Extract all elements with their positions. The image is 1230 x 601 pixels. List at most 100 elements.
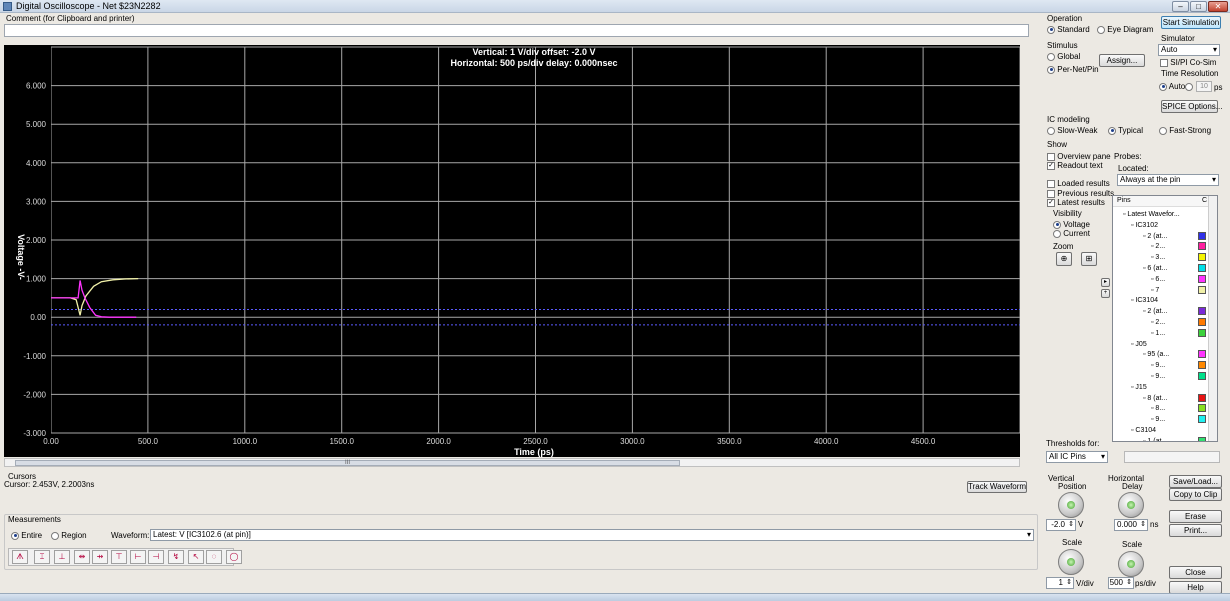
horizontal-delay-knob[interactable] (1118, 492, 1144, 518)
color-swatch[interactable] (1198, 436, 1206, 441)
color-swatch[interactable] (1198, 274, 1206, 283)
color-swatch[interactable] (1198, 415, 1206, 424)
located-select[interactable]: Always at the pin (1117, 174, 1219, 186)
ic-fast-radio[interactable]: Fast-Strong (1159, 126, 1211, 135)
oscilloscope-display[interactable]: 6.000 5.000 4.000 3.000 2.000 1.000 0.00 -1.000… (4, 45, 1020, 457)
overview-pane-checkbox[interactable]: Overview pane (1047, 152, 1111, 161)
track-waveform-button[interactable]: Track Waveform (967, 481, 1027, 493)
tree-row[interactable]: ▫ 1... (1151, 328, 1165, 339)
time-res-value-input[interactable]: 10 (1196, 81, 1212, 92)
spice-options-button[interactable]: SPICE Options... (1161, 100, 1222, 113)
previous-results-checkbox[interactable]: Previous results (1047, 189, 1114, 198)
tree-row[interactable]: ▫ 2... (1151, 241, 1165, 252)
tree-row[interactable]: ▫ 2 (at... (1143, 306, 1167, 317)
expand-plus-icon[interactable]: + (1101, 289, 1110, 298)
horizontal-delay-input[interactable]: 0.000 (1114, 519, 1148, 531)
tree-row[interactable]: ▫ 9... (1151, 360, 1165, 371)
comment-input[interactable] (4, 24, 1029, 37)
tree-row[interactable]: ▫ 8 (at... (1143, 393, 1167, 404)
color-swatch[interactable] (1198, 372, 1206, 380)
pins-tree[interactable]: Pins C ▫ Latest Wavefor... ▫ IC3102 ▫ 2 (a… (1112, 195, 1218, 442)
readout-text-checkbox[interactable]: ✓ Readout text (1047, 161, 1103, 170)
visibility-current-radio[interactable]: Current (1053, 229, 1090, 238)
measurement-tool-icon[interactable]: ◯ (226, 550, 242, 564)
color-swatch[interactable] (1198, 253, 1206, 262)
measurement-tool-icon[interactable]: ⇹ (74, 550, 90, 564)
tree-scrollbar[interactable] (1208, 196, 1217, 441)
start-simulation-button[interactable]: Start Simulation (1161, 16, 1221, 29)
color-swatch[interactable] (1198, 264, 1206, 272)
print-button[interactable]: Print... (1169, 524, 1222, 537)
maximize-button[interactable]: □ (1190, 1, 1207, 12)
measure-region-radio[interactable]: Region (51, 531, 87, 540)
tree-row[interactable]: ▫ 3... (1151, 252, 1165, 263)
tree-row[interactable]: ▫ 6 (at... (1143, 263, 1167, 274)
scrollbar-thumb[interactable]: III (15, 460, 680, 466)
tree-row[interactable]: ▫ 7 (1151, 285, 1159, 296)
vertical-position-input[interactable]: -2.0 (1046, 519, 1076, 531)
copy-to-clip-button[interactable]: Copy to Clip (1169, 488, 1222, 501)
visibility-voltage-radio[interactable]: Voltage (1053, 220, 1090, 229)
close-window-button[interactable]: ✕ (1208, 1, 1228, 12)
threshold-target-select[interactable] (1124, 451, 1220, 463)
vertical-scale-knob[interactable] (1058, 549, 1084, 575)
operation-eye-radio[interactable]: Eye Diagram (1097, 25, 1153, 34)
color-swatch[interactable] (1198, 285, 1206, 294)
tree-row[interactable]: ▫ 2 (at... (1143, 231, 1167, 242)
color-swatch[interactable] (1198, 318, 1206, 326)
minimize-button[interactable]: – (1172, 1, 1189, 12)
save-load-button[interactable]: Save/Load... (1169, 475, 1222, 488)
horizontal-scale-input[interactable]: 500 (1108, 577, 1134, 589)
tree-row[interactable]: ▫ 95 (a... (1143, 349, 1169, 360)
erase-button[interactable]: Erase (1169, 510, 1222, 523)
simulator-select[interactable]: Auto (1158, 44, 1220, 56)
color-swatch[interactable] (1198, 307, 1206, 316)
latest-results-checkbox[interactable]: ✓ Latest results (1047, 198, 1105, 207)
assign-button[interactable]: Assign... (1099, 54, 1145, 67)
color-swatch[interactable] (1198, 404, 1206, 413)
expand-right-icon[interactable]: ▸ (1101, 278, 1110, 287)
measurement-tool-icon[interactable]: ⊢ (130, 550, 146, 564)
tree-row[interactable]: ▫ J05 (1131, 339, 1147, 350)
tree-row[interactable]: ▫ 6... (1151, 274, 1165, 285)
stimulus-per-net-radio[interactable]: Per-Net/Pin (1047, 65, 1099, 74)
measurement-tool-icon[interactable]: ◌ (206, 550, 222, 564)
thresholds-select[interactable]: All IC Pins (1046, 451, 1108, 463)
zoom-in-icon[interactable]: ⊕ (1056, 252, 1072, 266)
tree-row[interactable]: ▫ Latest Wavefor... (1123, 209, 1180, 220)
zoom-fit-icon[interactable]: ⊞ (1081, 252, 1097, 266)
horizontal-scale-knob[interactable] (1118, 551, 1144, 577)
color-swatch[interactable] (1198, 242, 1206, 251)
tree-row[interactable]: ▫ IC3104 (1131, 295, 1158, 306)
waveform-select[interactable]: Latest: V [IC3102.6 (at pin)] (150, 529, 1034, 541)
color-swatch[interactable] (1198, 231, 1206, 240)
cosim-checkbox[interactable]: SI/PI Co-Sim (1160, 58, 1216, 67)
measure-entire-radio[interactable]: Entire (11, 531, 42, 540)
time-res-custom-radio[interactable] (1185, 82, 1193, 91)
tree-row[interactable]: ▫ 8... (1151, 403, 1165, 414)
tree-row[interactable]: ▫ J15 (1131, 382, 1147, 393)
operation-standard-radio[interactable]: Standard (1047, 25, 1090, 34)
measurement-tool-icon[interactable]: ↯ (168, 550, 184, 564)
measurement-tool-icon[interactable]: ⌶ (34, 550, 50, 564)
horizontal-scrollbar[interactable]: III (4, 458, 1020, 467)
tree-row[interactable]: ▫ 2... (1151, 317, 1165, 328)
measurement-tool-icon[interactable]: ⊥ (54, 550, 70, 564)
measurement-tool-icon[interactable]: ⊣ (148, 550, 164, 564)
measurement-tool-icon[interactable]: ᗑ (12, 550, 28, 564)
tree-row[interactable]: ▫ 9... (1151, 371, 1165, 382)
vertical-scale-input[interactable]: 1 (1046, 577, 1074, 589)
stimulus-global-radio[interactable]: Global (1047, 52, 1080, 61)
ic-slow-radio[interactable]: Slow-Weak (1047, 126, 1098, 135)
tree-row[interactable]: ▫ C3104 (1131, 425, 1156, 436)
vertical-position-knob[interactable] (1058, 492, 1084, 518)
close-button[interactable]: Close (1169, 566, 1222, 579)
tree-row[interactable]: ▫ IC3102 (1131, 220, 1158, 231)
color-swatch[interactable] (1198, 328, 1206, 337)
color-swatch[interactable] (1198, 361, 1206, 370)
measurement-tool-icon[interactable]: ⊤ (111, 550, 127, 564)
color-swatch[interactable] (1198, 350, 1206, 359)
loaded-results-checkbox[interactable]: Loaded results (1047, 179, 1110, 188)
ic-typical-radio[interactable]: Typical (1108, 126, 1143, 135)
tree-row[interactable]: ▫ 9... (1151, 414, 1165, 425)
